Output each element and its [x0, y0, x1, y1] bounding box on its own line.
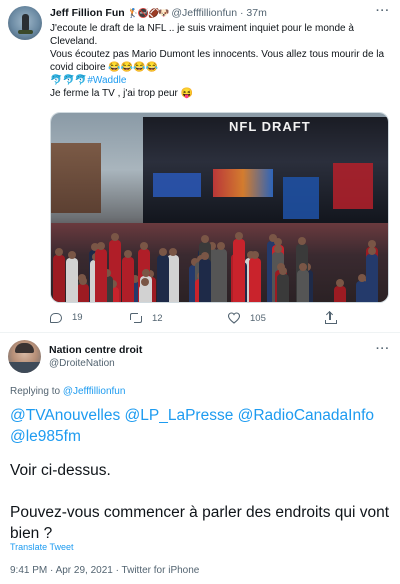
share-icon [324, 310, 337, 324]
divider [0, 332, 400, 333]
crowd-head [201, 252, 209, 260]
replying-to: Replying to @Jefffillionfun [10, 386, 125, 397]
crowd-person [122, 257, 134, 302]
retweet-count: 12 [152, 312, 163, 324]
crowd-head [169, 248, 177, 256]
author-emojis: 🏌️🚭🏈🐶 [127, 8, 170, 18]
crowd-head [142, 269, 150, 277]
parent-tweet[interactable]: Jeff Fillion Fun 🏌️🚭🏈🐶 @Jefffillionfun ·… [0, 0, 400, 330]
crowd-head [159, 248, 167, 256]
crowd-person [297, 270, 309, 302]
author-avatar[interactable] [8, 6, 42, 40]
retweet-button[interactable]: 12 [130, 312, 163, 324]
stage-screen [153, 173, 201, 197]
stage-screen [283, 177, 319, 219]
crowd-person [77, 284, 89, 302]
reply-paragraph-1: Voir ci-dessus. [10, 462, 111, 479]
reply-paragraph-2: Pouvez-vous commencer à parler des endro… [10, 504, 390, 542]
crowd-head [97, 242, 105, 250]
tweet-actions: 19 12 105 [50, 310, 370, 328]
crowd-person [356, 281, 368, 302]
crowd-head [79, 277, 87, 285]
avatar-hair [15, 343, 34, 353]
like-count: 105 [250, 312, 266, 324]
reply-icon [50, 312, 62, 323]
tweet-text: J'ecoute le draft de la NFL .. je suis v… [50, 22, 390, 100]
reply-count: 19 [72, 312, 83, 323]
photo-crowd [51, 223, 388, 302]
crowd-person [199, 259, 211, 302]
crowd-head [141, 278, 149, 286]
author-name[interactable]: Jeff Fillion Fun [50, 7, 125, 19]
crowd-person [249, 258, 261, 302]
crowd-person [95, 249, 107, 302]
crowd-person [233, 239, 245, 302]
retweet-icon [130, 312, 142, 324]
tweet-line-2: Vous écoutez pas Mario Dumont les innoce… [50, 49, 385, 73]
crowd-head [336, 279, 344, 287]
author-handle[interactable]: @Jefffillionfun [171, 7, 237, 19]
grass-shape [18, 30, 33, 34]
crowd-head [55, 248, 63, 256]
hashtag-link[interactable]: #Waddle [87, 75, 126, 86]
avatar-shirt [8, 362, 41, 373]
photo-building [51, 143, 101, 213]
stage-screen [213, 169, 273, 197]
crowd-head [298, 237, 306, 245]
tweet-time[interactable]: · 37m [240, 7, 267, 19]
crowd-person [53, 255, 65, 302]
crowd-person [66, 258, 78, 302]
reply-author-handle[interactable]: @DroiteNation [49, 358, 115, 369]
tweet-timestamp[interactable]: 9:41 PM · Apr 29, 2021 · Twitter for iPh… [10, 565, 199, 576]
photo-stage: NFL DRAFT [143, 117, 388, 229]
tweet-line-1: J'ecoute le draft de la NFL .. je suis v… [50, 23, 354, 47]
stage-sign: NFL DRAFT [229, 119, 311, 134]
like-button[interactable]: 105 [228, 312, 266, 324]
crowd-head [251, 251, 259, 259]
replying-to-link[interactable]: @Jefffillionfun [63, 386, 126, 397]
crowd-head [279, 267, 287, 275]
crowd-head [358, 274, 366, 282]
more-options-icon[interactable]: ··· [376, 343, 390, 355]
heart-icon [228, 312, 240, 324]
crowd-person [334, 286, 346, 302]
crowd-person [139, 285, 151, 302]
reply-author-name[interactable]: Nation centre droit [49, 344, 142, 356]
crowd-head [140, 242, 148, 250]
crowd-person [157, 255, 169, 302]
tweet-hashtag-line: 🐬🐬🐬#Waddle [50, 74, 390, 87]
share-button[interactable] [324, 310, 346, 324]
tweet-header: Jeff Fillion Fun 🏌️🚭🏈🐶 @Jefffillionfun ·… [50, 7, 380, 23]
crowd-head [124, 250, 132, 258]
crowd-head [68, 251, 76, 259]
crowd-head [217, 242, 225, 250]
reply-button[interactable]: 19 [50, 312, 83, 323]
crowd-head [201, 235, 209, 243]
replying-prefix: Replying to [10, 386, 63, 397]
more-options-icon[interactable]: ··· [376, 5, 390, 17]
reply-mentions[interactable]: @TVAnouvelles @LP_LaPresse @RadioCanadaI… [10, 405, 395, 447]
crowd-head [299, 263, 307, 271]
stage-screen [333, 163, 373, 209]
crowd-head [368, 247, 376, 255]
translate-tweet-link[interactable]: Translate Tweet [10, 542, 74, 552]
dolphin-emojis: 🐬🐬🐬 [50, 75, 88, 86]
crowd-head [235, 232, 243, 240]
crowd-head [111, 233, 119, 241]
reply-author-avatar[interactable] [8, 340, 41, 373]
tweet-line-3: Je ferme la TV , j'ai trop peur 😝 [50, 88, 194, 99]
crowd-head [274, 245, 282, 253]
crowd-person [277, 274, 289, 302]
tweet-photo[interactable]: NFL DRAFT [50, 112, 389, 303]
